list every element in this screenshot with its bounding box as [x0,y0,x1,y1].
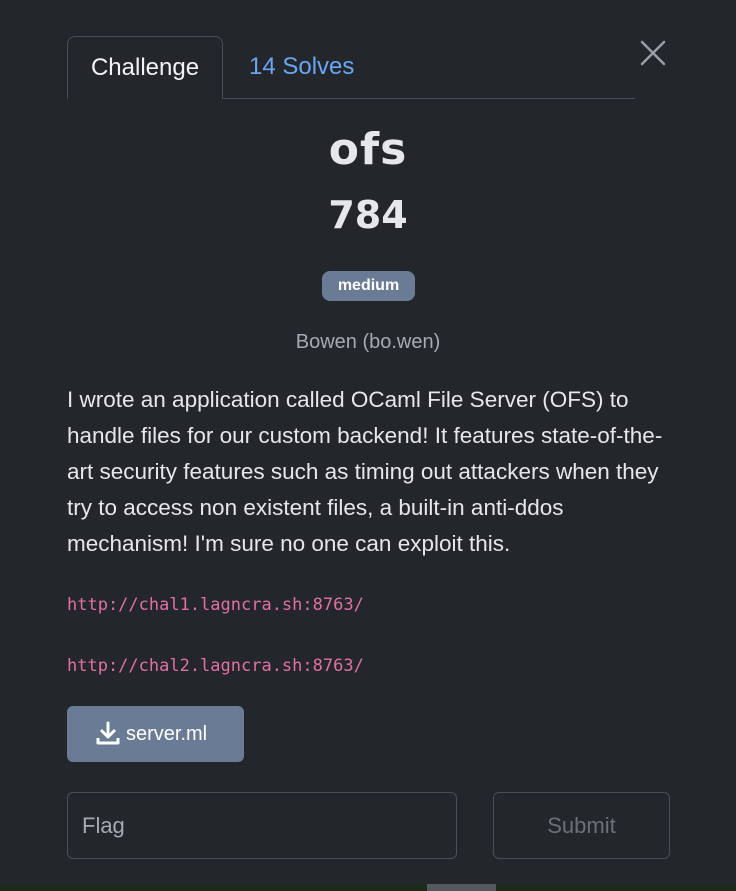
download-file-label: server.ml [126,723,208,745]
difficulty-badge: medium [322,271,415,301]
scrollbar-handle[interactable] [427,884,496,891]
download-file-button[interactable]: server.ml [67,706,244,762]
tab-solves[interactable]: 14 Solves [225,36,378,98]
connection-link-1[interactable]: http://chal1.lagncra.sh:8763/ [67,593,364,617]
tab-challenge[interactable]: Challenge [67,36,223,99]
challenge-author: Bowen (bo.wen) [295,331,441,353]
flag-input[interactable] [67,792,457,859]
submit-button[interactable]: Submit [493,792,670,859]
modal-tabs: Challenge 14 Solves [67,36,635,99]
challenge-description: I wrote an application called OCaml File… [67,387,663,556]
page-bottom-strip [0,884,736,891]
download-icon [96,721,120,745]
challenge-modal: Challenge 14 Solves ofs 784 medium Bowen… [0,0,736,891]
close-icon[interactable] [636,36,670,70]
connection-link-2[interactable]: http://chal2.lagncra.sh:8763/ [67,654,364,678]
challenge-points: 784 [328,193,408,237]
challenge-title: ofs [328,124,408,175]
